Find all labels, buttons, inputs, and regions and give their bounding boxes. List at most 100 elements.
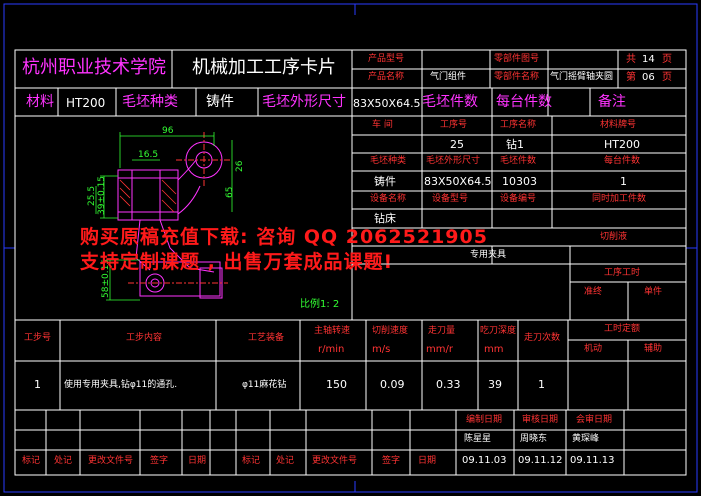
dimension-label: 65 <box>225 186 235 198</box>
equipment-model-label: 设备型号 <box>432 194 469 204</box>
material-label: 材料 <box>26 94 54 110</box>
blank-type-label-2: 毛坯种类 <box>370 156 407 166</box>
part-drawing-no-label: 零部件图号 <box>494 54 540 64</box>
reviewer-name: 周晓东 <box>520 434 548 444</box>
material-grade-label: 材料牌号 <box>600 120 637 130</box>
process-no: 25 <box>450 138 464 151</box>
step-passes: 1 <box>538 378 545 391</box>
unit-time-label: 单件 <box>644 287 663 297</box>
equipment-header: 工艺装备 <box>248 333 285 343</box>
blank-pieces-2: 10303 <box>502 175 537 188</box>
step-cut-speed: 0.09 <box>380 378 405 391</box>
review-date-label: 审核日期 <box>522 415 559 425</box>
step-speed: 150 <box>326 378 347 391</box>
blank-pieces-label-2: 毛坯件数 <box>500 156 537 166</box>
step-content-header: 工步内容 <box>126 333 163 343</box>
workshop-label: 车 间 <box>372 120 393 130</box>
part-name: 气门摇臂轴夹圆 <box>550 72 614 82</box>
step-no: 1 <box>34 378 41 391</box>
cut-speed-header: 切削速度 <box>372 326 409 336</box>
place-label-2: 处记 <box>276 456 295 466</box>
remarks-label: 备注 <box>598 94 626 110</box>
material-value: HT200 <box>66 96 106 110</box>
signature-label-2: 签字 <box>382 456 401 466</box>
equipment-name: 钻床 <box>374 212 396 225</box>
change-doc-label-2: 更改文件号 <box>312 456 358 466</box>
pieces-per-unit-label-2: 每台件数 <box>604 156 641 166</box>
dimension-label: 39±0.15 <box>97 175 107 215</box>
watermark-line-1: 购买原稿充值下载: 咨询 QQ 2062521905 <box>80 226 488 248</box>
blank-size-label-2: 毛坯外形尺寸 <box>426 156 481 166</box>
page-unit: 页 <box>662 54 672 65</box>
blank-size-2: 83X50X64.5 <box>424 175 492 188</box>
page-unit-2: 页 <box>662 72 672 83</box>
page-label: 第 <box>626 72 636 83</box>
spindle-unit: r/min <box>318 344 345 355</box>
blank-type-label: 毛坯种类 <box>122 94 178 110</box>
part-drawing <box>95 132 233 301</box>
feed-header: 走刀量 <box>428 326 456 336</box>
quota-header: 工时定额 <box>604 324 641 334</box>
process-name-label: 工序名称 <box>500 120 537 130</box>
card-title: 机械加工工序卡片 <box>192 57 336 78</box>
coolant-label: 切削液 <box>600 232 628 242</box>
part-name-label: 零部件名称 <box>494 72 540 82</box>
process-card-screen: { "school_name": "杭州职业技术学院", "card_title… <box>0 0 701 496</box>
mark-label-2: 标记 <box>242 456 261 466</box>
depth-header: 吃刀深度 <box>480 326 517 336</box>
review-date: 09.11.12 <box>518 455 563 466</box>
machine-time-header: 机动 <box>584 344 603 354</box>
spindle-speed-header: 主轴转速 <box>314 326 351 336</box>
cut-speed-unit: m/s <box>372 344 391 355</box>
dimension-label: 25.5 <box>87 185 97 206</box>
process-name: 钻1 <box>506 138 524 151</box>
blank-type-value: 铸件 <box>206 94 234 110</box>
approver-name: 黄琛峰 <box>572 434 600 444</box>
school-name: 杭州职业技术学院 <box>22 57 166 78</box>
blank-size-value: 83X50X64.5 <box>353 97 421 110</box>
approve-date-label: 会审日期 <box>576 415 613 425</box>
blank-type-2: 铸件 <box>374 175 396 188</box>
passes-header: 走刀次数 <box>524 333 561 343</box>
mark-label: 标记 <box>22 456 41 466</box>
total-pages-label: 共 <box>626 54 636 65</box>
date-label-2: 日期 <box>418 456 437 466</box>
process-hours-label: 工序工时 <box>604 268 641 278</box>
page-no: 06 <box>642 72 655 83</box>
feed-unit: mm/r <box>426 344 453 355</box>
equipment-no-label: 设备编号 <box>500 194 537 204</box>
pieces-per-unit-label: 每台件数 <box>496 94 552 110</box>
compile-date-label: 编制日期 <box>466 415 503 425</box>
watermark-line-2: 支持定制课题 , 出售万套成品课题! <box>80 251 394 273</box>
date-label: 日期 <box>188 456 207 466</box>
signature-label: 签字 <box>150 456 169 466</box>
scale-label: 比例1: 2 <box>300 299 340 310</box>
total-pages: 14 <box>642 54 655 65</box>
aux-time-header: 辅助 <box>644 344 663 354</box>
dimension-label: 96 <box>162 126 174 136</box>
compile-date: 09.11.03 <box>462 455 507 466</box>
product-model-label: 产品型号 <box>368 54 405 64</box>
equipment-name-label: 设备名称 <box>370 194 407 204</box>
pieces-per-unit-2: 1 <box>620 175 627 188</box>
step-no-header: 工步号 <box>24 333 52 343</box>
step-depth: 39 <box>488 378 502 391</box>
process-no-label: 工序号 <box>440 120 468 130</box>
dimension-label: 16.5 <box>138 150 159 160</box>
concurrent-label: 同时加工件数 <box>592 194 647 204</box>
product-name-label: 产品名称 <box>368 72 405 82</box>
material-grade: HT200 <box>604 138 640 151</box>
step-feed: 0.33 <box>436 378 461 391</box>
blank-pieces-label: 毛坯件数 <box>422 94 478 110</box>
dimension-label: 26 <box>235 160 245 172</box>
blank-size-label: 毛坯外形尺寸 <box>262 94 346 110</box>
place-label: 处记 <box>54 456 73 466</box>
change-doc-label: 更改文件号 <box>88 456 134 466</box>
fixture-label: 专用夹具 <box>470 250 507 260</box>
step-content: 使用专用夹具,钻φ11的通孔. <box>64 380 178 390</box>
product-name: 气门组件 <box>430 72 467 82</box>
prep-label: 准终 <box>584 287 603 297</box>
compiler-name: 陈星星 <box>464 434 492 444</box>
depth-unit: mm <box>484 344 504 355</box>
step-equipment: φ11麻花钻 <box>242 380 287 390</box>
